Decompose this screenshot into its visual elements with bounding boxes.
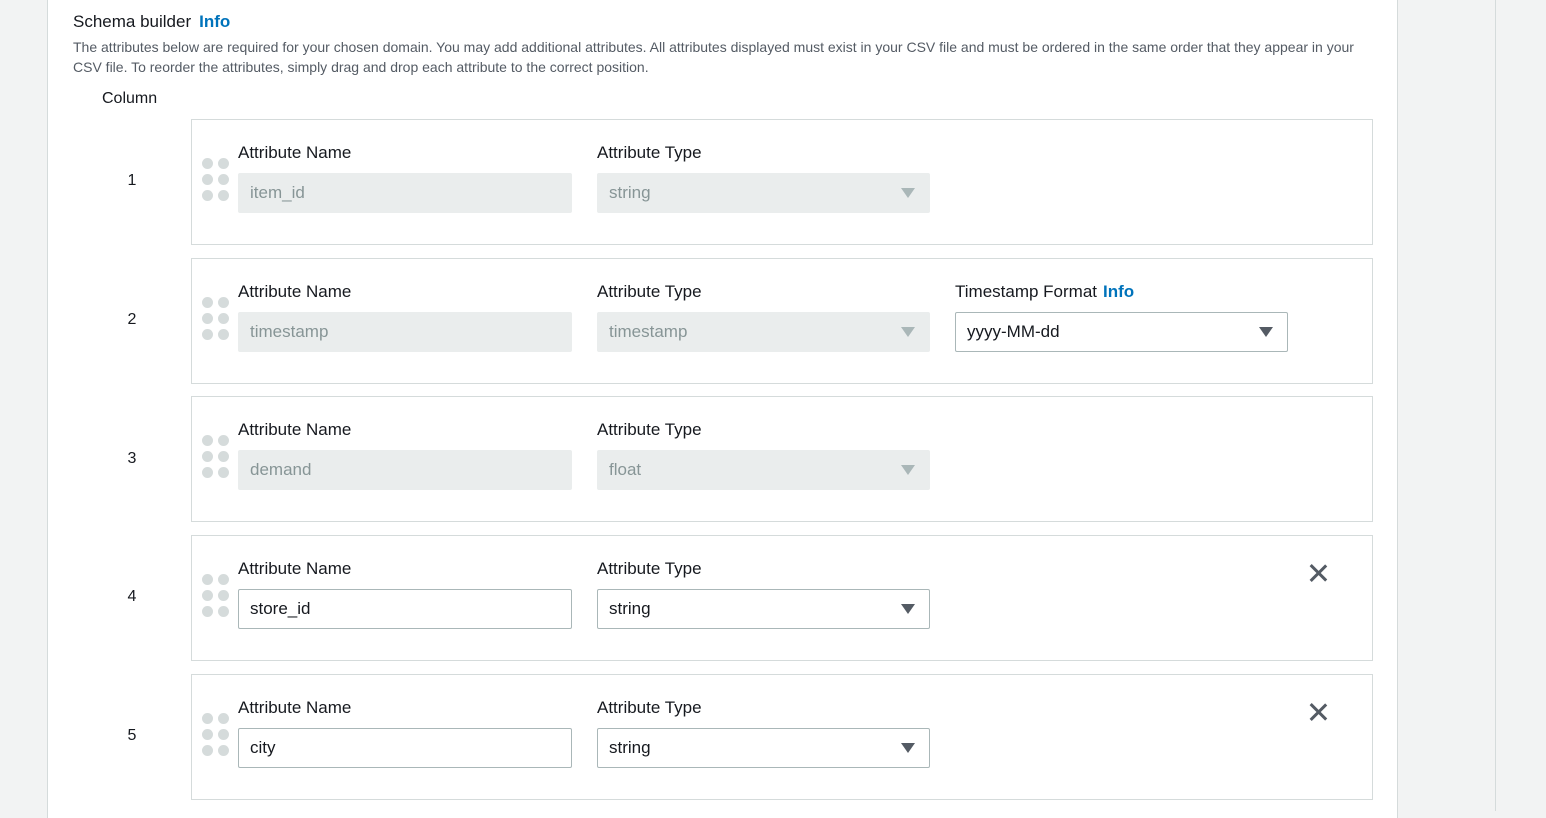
attribute-card: Attribute Name timestamp Attribute Type … — [191, 258, 1373, 384]
attribute-type-value: string — [609, 599, 651, 618]
drag-handle-icon[interactable] — [202, 574, 230, 620]
attribute-type-select: float — [597, 450, 930, 490]
attribute-card: Attribute Name item_id Attribute Type st… — [191, 119, 1373, 245]
attribute-name-label: Attribute Name — [238, 420, 352, 439]
attribute-name-value: city — [250, 738, 276, 757]
column-number: 1 — [127, 172, 137, 189]
attribute-name-input: timestamp — [238, 312, 572, 352]
attribute-name-value: item_id — [250, 183, 305, 202]
attribute-name-input: demand — [238, 450, 572, 490]
attribute-name-input[interactable]: city — [238, 728, 572, 768]
section-title-text: Schema builder — [73, 12, 192, 31]
column-number: 3 — [127, 450, 137, 467]
attribute-type-label: Attribute Type — [597, 559, 702, 578]
remove-attribute-close-icon[interactable] — [1305, 560, 1331, 586]
attribute-type-select: timestamp — [597, 312, 930, 352]
attribute-type-value: timestamp — [609, 322, 688, 341]
attribute-name-label: Attribute Name — [238, 143, 352, 162]
remove-attribute-close-icon[interactable] — [1305, 699, 1331, 725]
attribute-type-select[interactable]: string — [597, 728, 930, 768]
attribute-card: Attribute Name store_id Attribute Type s… — [191, 535, 1373, 661]
attribute-card: Attribute Name demand Attribute Type flo… — [191, 396, 1373, 522]
attribute-type-value: string — [609, 738, 651, 757]
drag-handle-icon[interactable] — [202, 297, 230, 343]
attribute-type-select: string — [597, 173, 930, 213]
attribute-name-input: item_id — [238, 173, 572, 213]
caret-down-icon — [901, 327, 915, 337]
caret-down-icon — [901, 465, 915, 475]
caret-down-icon — [901, 604, 915, 614]
caret-down-icon — [901, 743, 915, 753]
timestamp-format-select[interactable]: yyyy-MM-dd — [955, 312, 1288, 352]
attribute-type-label: Attribute Type — [597, 698, 702, 717]
caret-down-icon — [901, 188, 915, 198]
drag-handle-icon[interactable] — [202, 435, 230, 481]
column-number: 5 — [127, 727, 137, 744]
attribute-name-value: demand — [250, 460, 312, 479]
column-header: Column — [102, 90, 158, 107]
attribute-type-value: float — [609, 460, 642, 479]
section-title: Schema builder Info — [73, 12, 230, 32]
caret-down-icon — [1259, 327, 1273, 337]
attribute-type-label: Attribute Type — [597, 282, 702, 301]
attribute-type-value: string — [609, 183, 651, 202]
attribute-card: Attribute Name city Attribute Type strin… — [191, 674, 1373, 800]
info-link[interactable]: Info — [199, 12, 230, 31]
attribute-name-label: Attribute Name — [238, 282, 352, 301]
section-description: The attributes below are required for yo… — [73, 39, 1354, 75]
timestamp-format-label-text: Timestamp Format — [955, 282, 1098, 301]
drag-handle-icon[interactable] — [202, 713, 230, 759]
timestamp-format-value: yyyy-MM-dd — [967, 322, 1060, 341]
column-number: 2 — [127, 311, 137, 328]
timestamp-format-label: Timestamp Format Info — [955, 282, 1134, 302]
attribute-type-label: Attribute Type — [597, 143, 702, 162]
attribute-name-value: store_id — [250, 599, 311, 618]
timestamp-info-link[interactable]: Info — [1103, 282, 1134, 301]
attribute-name-label: Attribute Name — [238, 698, 352, 717]
attribute-name-input[interactable]: store_id — [238, 589, 572, 629]
column-number: 4 — [127, 588, 137, 605]
page: Schema builder Info The attributes below … — [0, 0, 1546, 818]
attribute-name-label: Attribute Name — [238, 559, 352, 578]
attribute-type-label: Attribute Type — [597, 420, 702, 439]
drag-handle-icon[interactable] — [202, 158, 230, 204]
side-panel — [1398, 0, 1496, 811]
attribute-type-select[interactable]: string — [597, 589, 930, 629]
attribute-name-value: timestamp — [250, 322, 329, 341]
